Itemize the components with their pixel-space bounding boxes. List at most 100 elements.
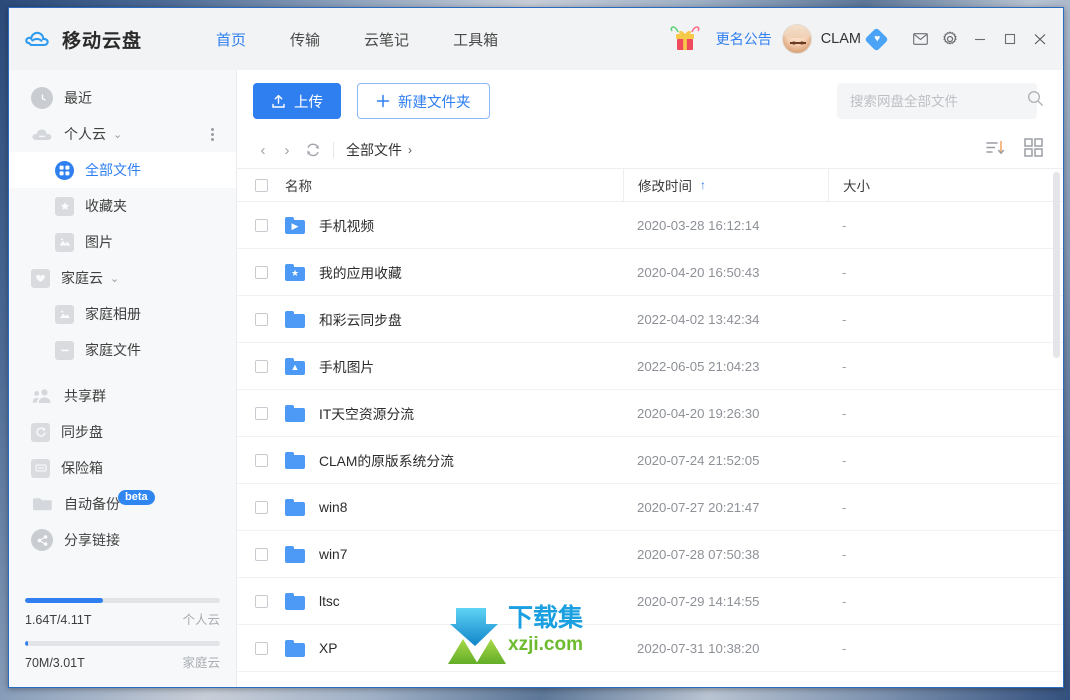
row-checkbox[interactable] [254,453,268,467]
storage-used-personal: 1.64T/4.11T [25,613,92,627]
notice-link[interactable]: 更名公告 [716,29,772,49]
folder-icon [285,451,305,469]
upload-button[interactable]: 上传 [253,83,341,119]
nav-item-notes[interactable]: 云笔记 [342,29,431,50]
new-folder-button[interactable]: 新建文件夹 [357,83,490,119]
refresh-icon[interactable] [305,142,321,158]
sidebar-item-family-files[interactable]: 家庭文件 [9,332,236,368]
select-all-checkbox[interactable] [254,178,268,192]
table-row[interactable]: win7 2020-07-28 07:50:38 - [237,531,1063,578]
maximize-icon[interactable] [995,22,1025,56]
sidebar-item-safe-box[interactable]: 保险箱 [9,450,236,486]
table-row[interactable]: IT天空资源分流 2020-04-20 19:26:30 - [237,390,1063,437]
search-box[interactable] [837,83,1043,119]
forward-button[interactable]: › [275,138,299,162]
file-name-cell[interactable]: win8 [285,498,623,516]
file-name-cell[interactable]: CLAM的原版系统分流 [285,450,623,470]
storage-bar-family [25,641,220,646]
sidebar-item-label: 自动备份 [64,496,120,512]
nav-item-toolbox[interactable]: 工具箱 [431,29,520,50]
file-name-cell[interactable]: win7 [285,545,623,563]
row-checkbox[interactable] [254,265,268,279]
sidebar-item-family-album[interactable]: 家庭相册 [9,296,236,332]
file-name-cell[interactable]: ltsc [285,592,623,610]
more-options-icon[interactable] [205,126,219,142]
nav-item-transfer[interactable]: 传输 [268,29,342,50]
table-row[interactable]: ▶ 手机视频 2020-03-28 16:12:14 - [237,202,1063,249]
file-name-cell[interactable]: IT天空资源分流 [285,403,623,423]
chevron-down-icon[interactable]: ⌄ [110,272,119,285]
file-name: 我的应用收藏 [319,266,402,281]
file-name-cell[interactable]: ▶ 手机视频 [285,215,623,235]
file-name-cell[interactable]: XP [285,639,623,657]
storage-row-personal: 1.64T/4.11T 个人云 [25,609,220,628]
file-name: win8 [319,499,348,515]
sidebar-item-all-files[interactable]: 全部文件 [9,152,236,188]
column-header-time[interactable]: 修改时间 ↑ [623,168,828,202]
file-modified-time: 2020-04-20 16:50:43 [637,264,760,280]
file-size: - [842,405,847,421]
sidebar-item-sync-disk[interactable]: 同步盘 [9,414,236,450]
row-checkbox[interactable] [254,641,268,655]
file-size: - [842,217,847,233]
table-row[interactable]: ltsc 2020-07-29 14:14:55 - [237,578,1063,625]
row-checkbox-cell [237,359,285,373]
sidebar-item-share-links[interactable]: 分享链接 [9,522,236,558]
file-name-cell[interactable]: ▲ 手机图片 [285,356,623,376]
row-checkbox[interactable] [254,312,268,326]
search-icon[interactable] [1027,90,1044,112]
sidebar-item-family-cloud[interactable]: 家庭云 ⌄ [9,260,236,296]
sidebar-item-personal-cloud[interactable]: 个人云 ⌄ [9,116,236,152]
cloud-logo-icon [23,24,53,54]
sort-icon[interactable] [986,139,1006,162]
vertical-scrollbar[interactable] [1053,172,1060,358]
avatar[interactable] [781,24,812,54]
sidebar-item-auto-backup[interactable]: 自动备份 beta [9,486,236,522]
sidebar-item-favorites[interactable]: 收藏夹 [9,188,236,224]
row-checkbox[interactable] [254,547,268,561]
storage-row-family: 70M/3.01T 家庭云 [25,652,220,671]
table-row[interactable]: win8 2020-07-27 20:21:47 - [237,484,1063,531]
sidebar-item-recent[interactable]: 最近 [9,80,236,116]
column-header-size[interactable]: 大小 [828,168,978,202]
column-header-name[interactable]: 名称 [285,175,623,195]
table-row[interactable]: ▲ 手机图片 2022-06-05 21:04:23 - [237,343,1063,390]
table-row[interactable]: CLAM的原版系统分流 2020-07-24 21:52:05 - [237,437,1063,484]
row-checkbox[interactable] [254,500,268,514]
mail-icon[interactable] [905,22,935,56]
close-icon[interactable] [1025,22,1055,56]
grid-view-icon[interactable] [1024,138,1043,162]
gift-icon[interactable] [668,25,702,53]
row-checkbox[interactable] [254,594,268,608]
chevron-down-icon[interactable]: ⌄ [113,128,122,141]
clock-icon [31,87,53,109]
search-input[interactable] [850,93,1027,109]
table-row[interactable]: ★ 我的应用收藏 2020-04-20 16:50:43 - [237,249,1063,296]
back-button[interactable]: ‹ [251,138,275,162]
sidebar-item-pictures[interactable]: 图片 [9,224,236,260]
minimize-icon[interactable] [965,22,995,56]
sidebar: 最近 个人云 ⌄ 全部文件 收藏夹 图片 家庭云 ⌄ 家庭相册 家庭文件 共享群… [9,70,237,687]
brand-logo[interactable]: 移动云盘 [23,24,142,54]
file-name-cell[interactable]: 和彩云同步盘 [285,309,623,329]
row-checkbox[interactable] [254,218,268,232]
file-name-cell[interactable]: ★ 我的应用收藏 [285,262,623,282]
gear-icon[interactable] [935,22,965,56]
sidebar-item-shared-group[interactable]: 共享群 [9,378,236,414]
breadcrumb-all-files[interactable]: 全部文件 [346,140,402,160]
file-size: - [842,499,847,515]
vip-diamond-icon[interactable] [864,26,889,52]
file-name: 和彩云同步盘 [319,313,402,328]
row-checkbox[interactable] [254,406,268,420]
file-size: - [842,593,847,609]
sidebar-item-label: 家庭云 [61,270,103,286]
row-checkbox[interactable] [254,359,268,373]
plus-icon [376,94,390,108]
table-row[interactable]: XP 2020-07-31 10:38:20 - [237,625,1063,672]
image-icon [55,232,74,252]
sidebar-item-label: 家庭文件 [85,342,141,358]
title-bar-right: 更名公告 CLAM [668,8,1063,70]
nav-item-home[interactable]: 首页 [194,29,268,50]
sidebar-item-label: 同步盘 [61,424,103,440]
table-row[interactable]: 和彩云同步盘 2022-04-02 13:42:34 - [237,296,1063,343]
